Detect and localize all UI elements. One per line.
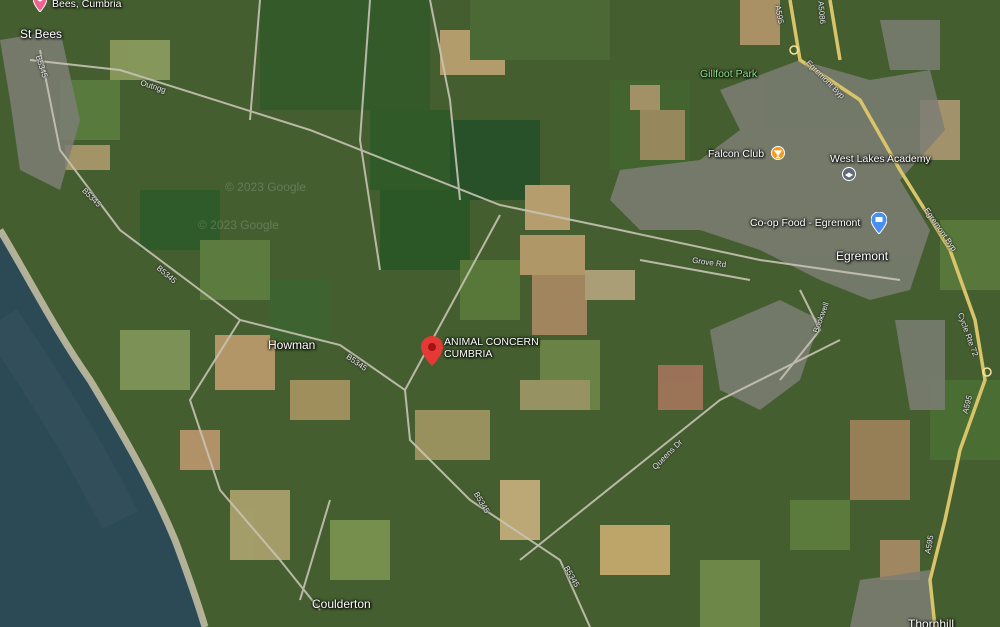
map-watermark: © 2023 Google <box>198 218 279 232</box>
satellite-imagery <box>0 0 1000 627</box>
shopping-cart-icon[interactable] <box>870 211 888 239</box>
map-pin-pink-icon[interactable] <box>32 0 48 17</box>
poi-label-animal-concern[interactable]: ANIMAL CONCERN CUMBRIA <box>444 336 554 360</box>
town-label-egremont[interactable]: Egremont <box>836 249 888 263</box>
poi-label-falcon-club[interactable]: Falcon Club <box>708 148 764 160</box>
bar-icon[interactable] <box>771 146 785 160</box>
map-canvas[interactable]: © 2023 Google © 2023 Google B5345 B5345 … <box>0 0 1000 627</box>
town-label-coulderton[interactable]: Coulderton <box>312 597 371 611</box>
poi-label-coop-food[interactable]: Co-op Food - Egremont <box>750 217 860 229</box>
poi-label-west-lakes-academy[interactable]: West Lakes Academy <box>830 153 931 165</box>
map-pin-red-icon[interactable] <box>421 336 443 371</box>
town-label-howman[interactable]: Howman <box>268 338 315 352</box>
school-icon[interactable] <box>842 167 856 181</box>
road-label-a5086: A5086 <box>816 0 828 25</box>
poi-label-st-bees[interactable]: Bees, Cumbria <box>52 0 121 10</box>
map-watermark: © 2023 Google <box>225 180 306 194</box>
poi-label-gillfoot-park[interactable]: Gillfoot Park <box>700 68 757 80</box>
town-label-thornhill[interactable]: Thornhill <box>908 617 954 627</box>
town-label-st-bees[interactable]: St Bees <box>20 27 62 41</box>
